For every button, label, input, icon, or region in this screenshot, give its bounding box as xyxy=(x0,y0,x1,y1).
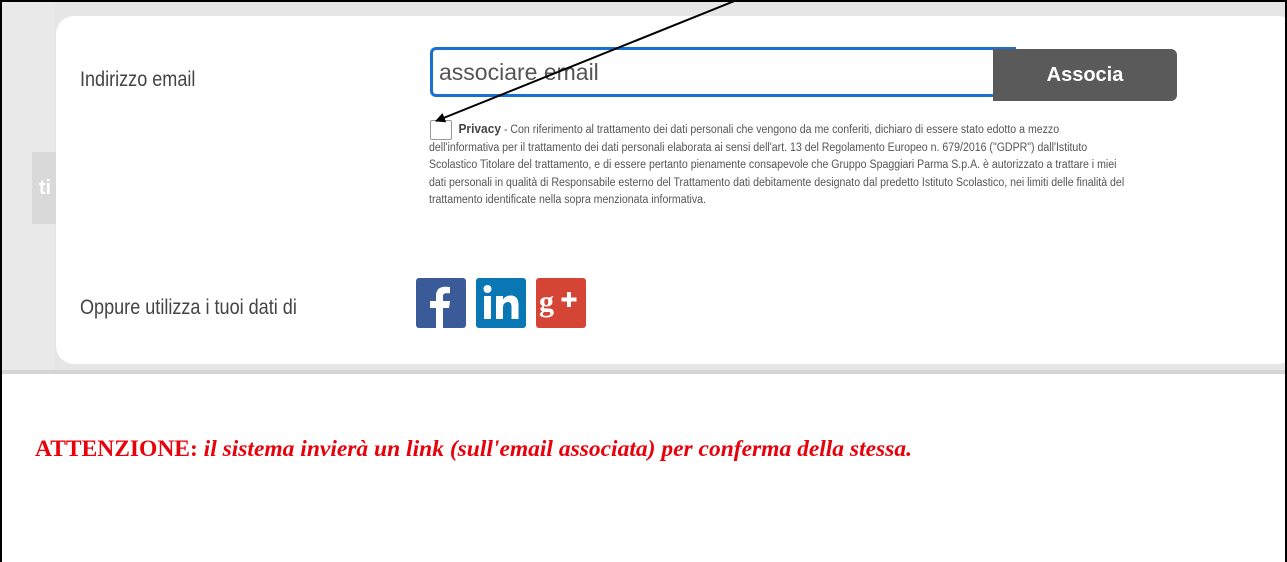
annotation-arrow xyxy=(435,0,738,123)
